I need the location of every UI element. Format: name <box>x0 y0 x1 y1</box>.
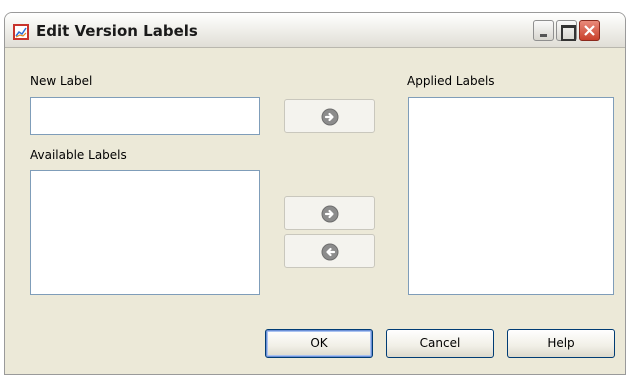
available-labels-list[interactable] <box>30 170 260 295</box>
new-label-caption: New Label <box>30 74 93 88</box>
cancel-button[interactable]: Cancel <box>386 329 494 358</box>
minimize-icon[interactable] <box>533 20 554 41</box>
new-label-input[interactable] <box>30 97 260 135</box>
window-title: Edit Version Labels <box>36 22 198 40</box>
available-labels-caption: Available Labels <box>30 148 127 162</box>
help-button[interactable]: Help <box>507 329 615 358</box>
remove-applied-label-button[interactable] <box>284 234 375 268</box>
ok-button[interactable]: OK <box>265 329 373 358</box>
close-icon[interactable] <box>579 20 600 41</box>
applied-labels-list[interactable] <box>408 97 614 295</box>
maximize-icon[interactable] <box>556 20 577 41</box>
add-new-label-button[interactable] <box>284 99 375 133</box>
app-chart-icon <box>13 24 29 40</box>
arrow-left-icon <box>321 243 339 261</box>
edit-version-labels-dialog: Edit Version Labels New Label Available … <box>4 12 626 375</box>
arrow-right-icon <box>321 205 339 223</box>
applied-labels-caption: Applied Labels <box>407 74 495 88</box>
add-available-label-button[interactable] <box>284 196 375 230</box>
arrow-right-icon <box>321 108 339 126</box>
title-bar[interactable]: Edit Version Labels <box>5 13 625 48</box>
